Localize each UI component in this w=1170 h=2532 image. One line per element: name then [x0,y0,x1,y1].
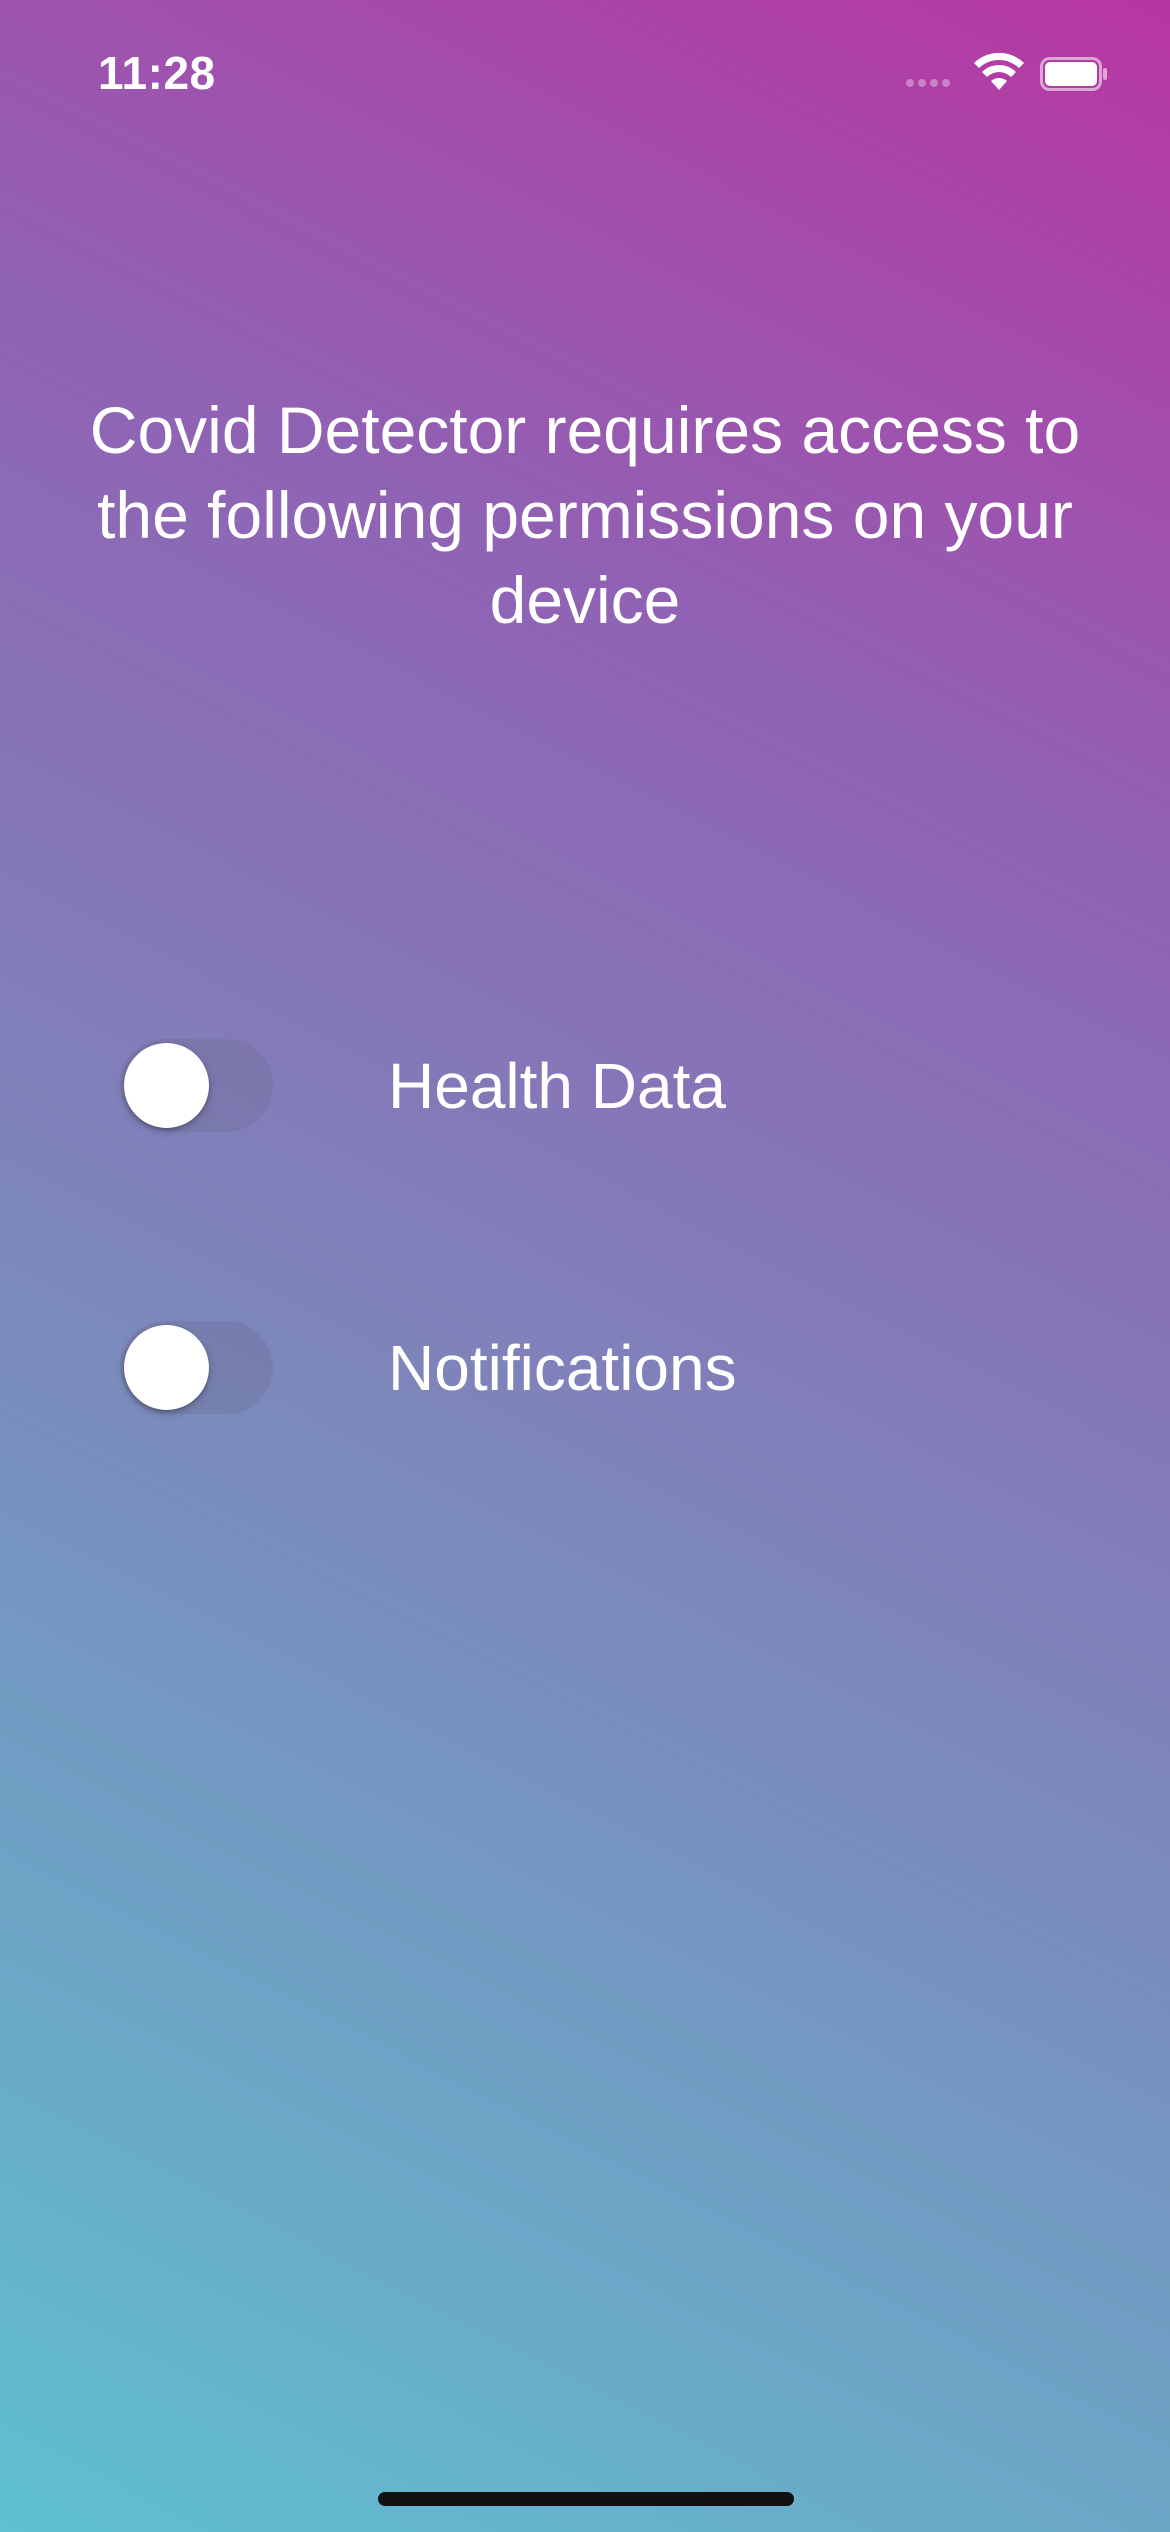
cellular-signal-icon [906,79,950,87]
wifi-icon [974,52,1024,90]
notifications-toggle[interactable] [120,1321,273,1414]
toggle-knob [124,1325,209,1410]
health-data-toggle[interactable] [120,1039,273,1132]
permissions-headline: Covid Detector requires access to the fo… [89,393,1081,637]
permission-row-notifications: Notifications [120,1320,1020,1420]
battery-icon [1040,57,1107,91]
toggle-knob [124,1043,209,1128]
status-time: 11:28 [98,47,216,99]
permission-row-health-data: Health Data [120,1038,1020,1138]
status-bar: 11:28 [0,0,1170,140]
home-indicator[interactable] [378,2492,794,2506]
notifications-label: Notifications [388,1332,737,1404]
gradient-background [0,0,1170,2532]
health-data-label: Health Data [388,1050,726,1122]
